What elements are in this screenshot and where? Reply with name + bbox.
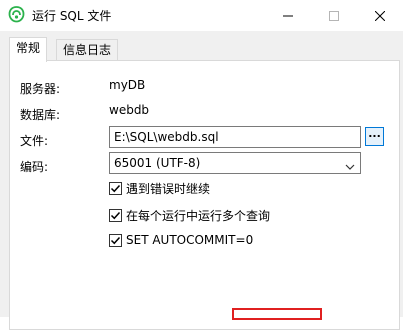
chevron-down-icon bbox=[345, 158, 355, 178]
encoding-select-value: 65001 (UTF-8) bbox=[114, 156, 201, 170]
continue-on-error-label: 遇到错误时继续 bbox=[126, 182, 211, 196]
continue-on-error-option[interactable]: 遇到错误时继续 bbox=[109, 180, 210, 197]
tab-message-log[interactable]: 信息日志 bbox=[56, 39, 119, 60]
multiple-queries-checkbox[interactable] bbox=[109, 209, 122, 222]
checkmark-icon bbox=[110, 211, 121, 220]
continue-on-error-checkbox[interactable] bbox=[109, 182, 122, 195]
maximize-icon bbox=[329, 10, 339, 21]
title-bar[interactable]: 运行 SQL 文件 bbox=[0, 0, 403, 31]
minimize-icon bbox=[283, 11, 293, 21]
server-label: 服务器: bbox=[20, 82, 61, 96]
autocommit-checkbox[interactable] bbox=[109, 233, 122, 247]
multiple-queries-option[interactable]: 在每个运行中运行多个查询 bbox=[109, 207, 270, 224]
highlight-box bbox=[232, 308, 322, 320]
tab-message-log-label: 信息日志 bbox=[63, 43, 112, 57]
window-title: 运行 SQL 文件 bbox=[32, 9, 112, 23]
file-label: 文件: bbox=[20, 134, 49, 148]
close-button[interactable] bbox=[357, 0, 403, 31]
browse-file-button[interactable]: ... bbox=[365, 127, 384, 146]
database-label: 数据库: bbox=[20, 108, 61, 122]
autocommit-option[interactable]: SET AUTOCOMMIT=0 bbox=[109, 233, 253, 247]
autocommit-label: SET AUTOCOMMIT=0 bbox=[126, 233, 254, 247]
multiple-queries-label: 在每个运行中运行多个查询 bbox=[126, 209, 271, 223]
encoding-label: 编码: bbox=[20, 160, 49, 174]
file-path-field[interactable]: E:\SQL\webdb.sql bbox=[109, 126, 361, 148]
run-sql-file-dialog: 运行 SQL 文件 常规 信息日志 服务器: myDB 数据库: webdb 文… bbox=[0, 0, 403, 330]
checkmark-icon bbox=[110, 184, 121, 193]
tab-general[interactable]: 常规 bbox=[9, 37, 48, 62]
server-value: myDB bbox=[109, 78, 146, 92]
encoding-select[interactable]: 65001 (UTF-8) bbox=[109, 152, 361, 174]
minimize-button[interactable] bbox=[265, 0, 311, 31]
tab-strip: 常规 信息日志 bbox=[0, 31, 403, 62]
tab-general-label: 常规 bbox=[16, 41, 41, 55]
general-panel: 服务器: myDB 数据库: webdb 文件: E:\SQL\webdb.sq… bbox=[9, 60, 400, 330]
navicat-app-icon bbox=[8, 6, 25, 23]
checkmark-icon bbox=[110, 236, 121, 244]
maximize-button[interactable] bbox=[311, 0, 357, 31]
database-value: webdb bbox=[109, 103, 150, 117]
close-icon bbox=[375, 10, 385, 21]
